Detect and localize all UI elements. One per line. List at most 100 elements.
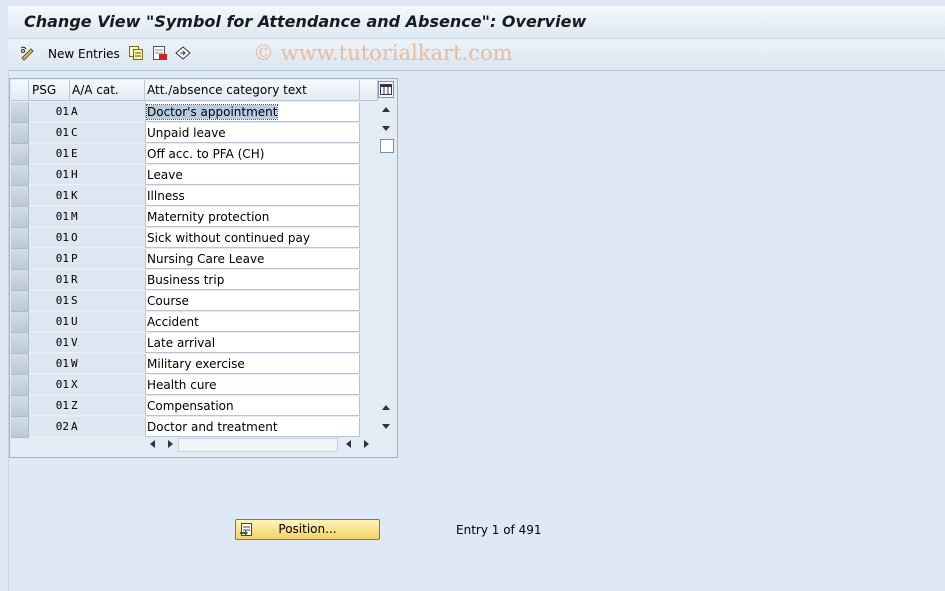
table-row[interactable]: 02 A Doctor and treatment [11,417,361,438]
new-entries-label: New Entries [48,47,120,61]
scroll-page-up-icon[interactable] [382,405,390,410]
cell-category-text[interactable]: Maternity protection [145,207,360,227]
cell-psg: 01 [29,354,70,374]
table-row[interactable]: 01 U Accident [11,312,361,333]
table-row[interactable]: 01 R Business trip [11,270,361,291]
scroll-down-icon[interactable] [382,126,390,131]
row-selector[interactable] [11,354,29,375]
display-change-button[interactable] [20,45,36,63]
table-row[interactable]: 01 V Late arrival [11,333,361,354]
cell-category-text[interactable]: Business trip [145,270,360,290]
row-selector[interactable] [11,270,29,291]
scroll-page-down-icon[interactable] [382,424,390,429]
cell-aa-cat: X [70,375,145,395]
table-row[interactable]: 01 C Unpaid leave [11,123,361,144]
row-selector[interactable] [11,375,29,396]
cell-aa-cat: U [70,312,145,332]
cell-psg: 01 [29,102,70,122]
header-spacer [360,80,378,101]
cell-category-text-value: Unpaid leave [147,126,226,140]
table-row[interactable]: 01 P Nursing Care Leave [11,249,361,270]
new-entries-button[interactable]: New Entries [48,45,120,63]
row-selector[interactable] [11,207,29,228]
title-bar: Change View "Symbol for Attendance and A… [8,6,945,39]
scroll-thumb[interactable] [380,139,394,153]
cell-category-text[interactable]: Health cure [145,375,360,395]
table-row[interactable]: 01 X Health cure [11,375,361,396]
display-change-icon [20,45,36,64]
copy-icon [128,45,144,64]
delete-icon [152,45,168,64]
row-selector[interactable] [11,186,29,207]
row-selector[interactable] [11,417,29,438]
cell-psg: 01 [29,165,70,185]
header-category-text[interactable]: Att./absence category text [145,80,360,101]
cell-aa-cat: E [70,144,145,164]
delete-button[interactable] [152,45,168,63]
cell-category-text-value: Maternity protection [147,210,270,224]
column-config-button[interactable] [378,81,394,98]
cell-category-text[interactable]: Course [145,291,360,311]
row-selector[interactable] [11,102,29,123]
cell-category-text[interactable]: Doctor's appointment [145,102,360,122]
table-row[interactable]: 01 W Military exercise [11,354,361,375]
table-row[interactable]: 01 M Maternity protection [11,207,361,228]
scroll-far-left-icon[interactable] [346,440,351,448]
cell-aa-cat: R [70,270,145,290]
row-selector[interactable] [11,165,29,186]
table-row[interactable]: 01 E Off acc. to PFA (CH) [11,144,361,165]
cell-aa-cat: K [70,186,145,206]
cell-category-text-value: Doctor's appointment [145,104,279,120]
cell-category-text[interactable]: Compensation [145,396,360,416]
cell-aa-cat: A [70,417,145,437]
cell-category-text[interactable]: Late arrival [145,333,360,353]
cell-category-text[interactable]: Leave [145,165,360,185]
scroll-far-right-icon[interactable] [364,440,369,448]
cell-category-text[interactable]: Accident [145,312,360,332]
cell-category-text[interactable]: Doctor and treatment [145,417,360,437]
table-row[interactable]: 01 K Illness [11,186,361,207]
scroll-right-icon[interactable] [168,440,173,448]
table-row[interactable]: 01 A Doctor's appointment [11,102,361,123]
cell-psg: 01 [29,333,70,353]
row-selector[interactable] [11,333,29,354]
cell-category-text[interactable]: Nursing Care Leave [145,249,360,269]
horizontal-scroll-track[interactable] [178,438,338,452]
cell-category-text[interactable]: Off acc. to PFA (CH) [145,144,360,164]
table-row[interactable]: 01 H Leave [11,165,361,186]
application-toolbar: New Entries © www.tutorialkart.com [8,39,945,71]
row-selector[interactable] [11,312,29,333]
header-psg[interactable]: PSG [29,80,70,101]
row-selector[interactable] [11,228,29,249]
row-selector[interactable] [11,249,29,270]
row-selector[interactable] [11,123,29,144]
select-all-header[interactable] [11,80,29,101]
row-selector[interactable] [11,144,29,165]
cell-aa-cat: S [70,291,145,311]
cell-psg: 02 [29,417,70,437]
table-row[interactable]: 01 Z Compensation [11,396,361,417]
copy-as-button[interactable] [128,45,144,63]
row-selector[interactable] [11,291,29,312]
position-button[interactable]: Position... [235,519,380,540]
table-row[interactable]: 01 S Course [11,291,361,312]
cell-category-text-value: Doctor and treatment [147,420,278,434]
position-button-label: Position... [278,522,337,536]
cell-category-text-value: Business trip [147,273,225,287]
row-selector[interactable] [11,396,29,417]
cell-aa-cat: P [70,249,145,269]
cell-psg: 01 [29,270,70,290]
cell-category-text[interactable]: Illness [145,186,360,206]
table-row[interactable]: 01 O Sick without continued pay [11,228,361,249]
cell-category-text[interactable]: Unpaid leave [145,123,360,143]
cell-category-text-value: Sick without continued pay [147,231,310,245]
cell-category-text[interactable]: Sick without continued pay [145,228,360,248]
scroll-left-icon[interactable] [150,440,155,448]
undo-change-button[interactable] [175,45,191,63]
header-aa-cat[interactable]: A/A cat. [70,80,145,101]
horizontal-scrollbar[interactable] [146,436,378,453]
cell-category-text-value: Health cure [147,378,217,392]
cell-category-text[interactable]: Military exercise [145,354,360,374]
scroll-up-icon[interactable] [382,107,390,112]
vertical-scrollbar[interactable] [378,101,395,435]
